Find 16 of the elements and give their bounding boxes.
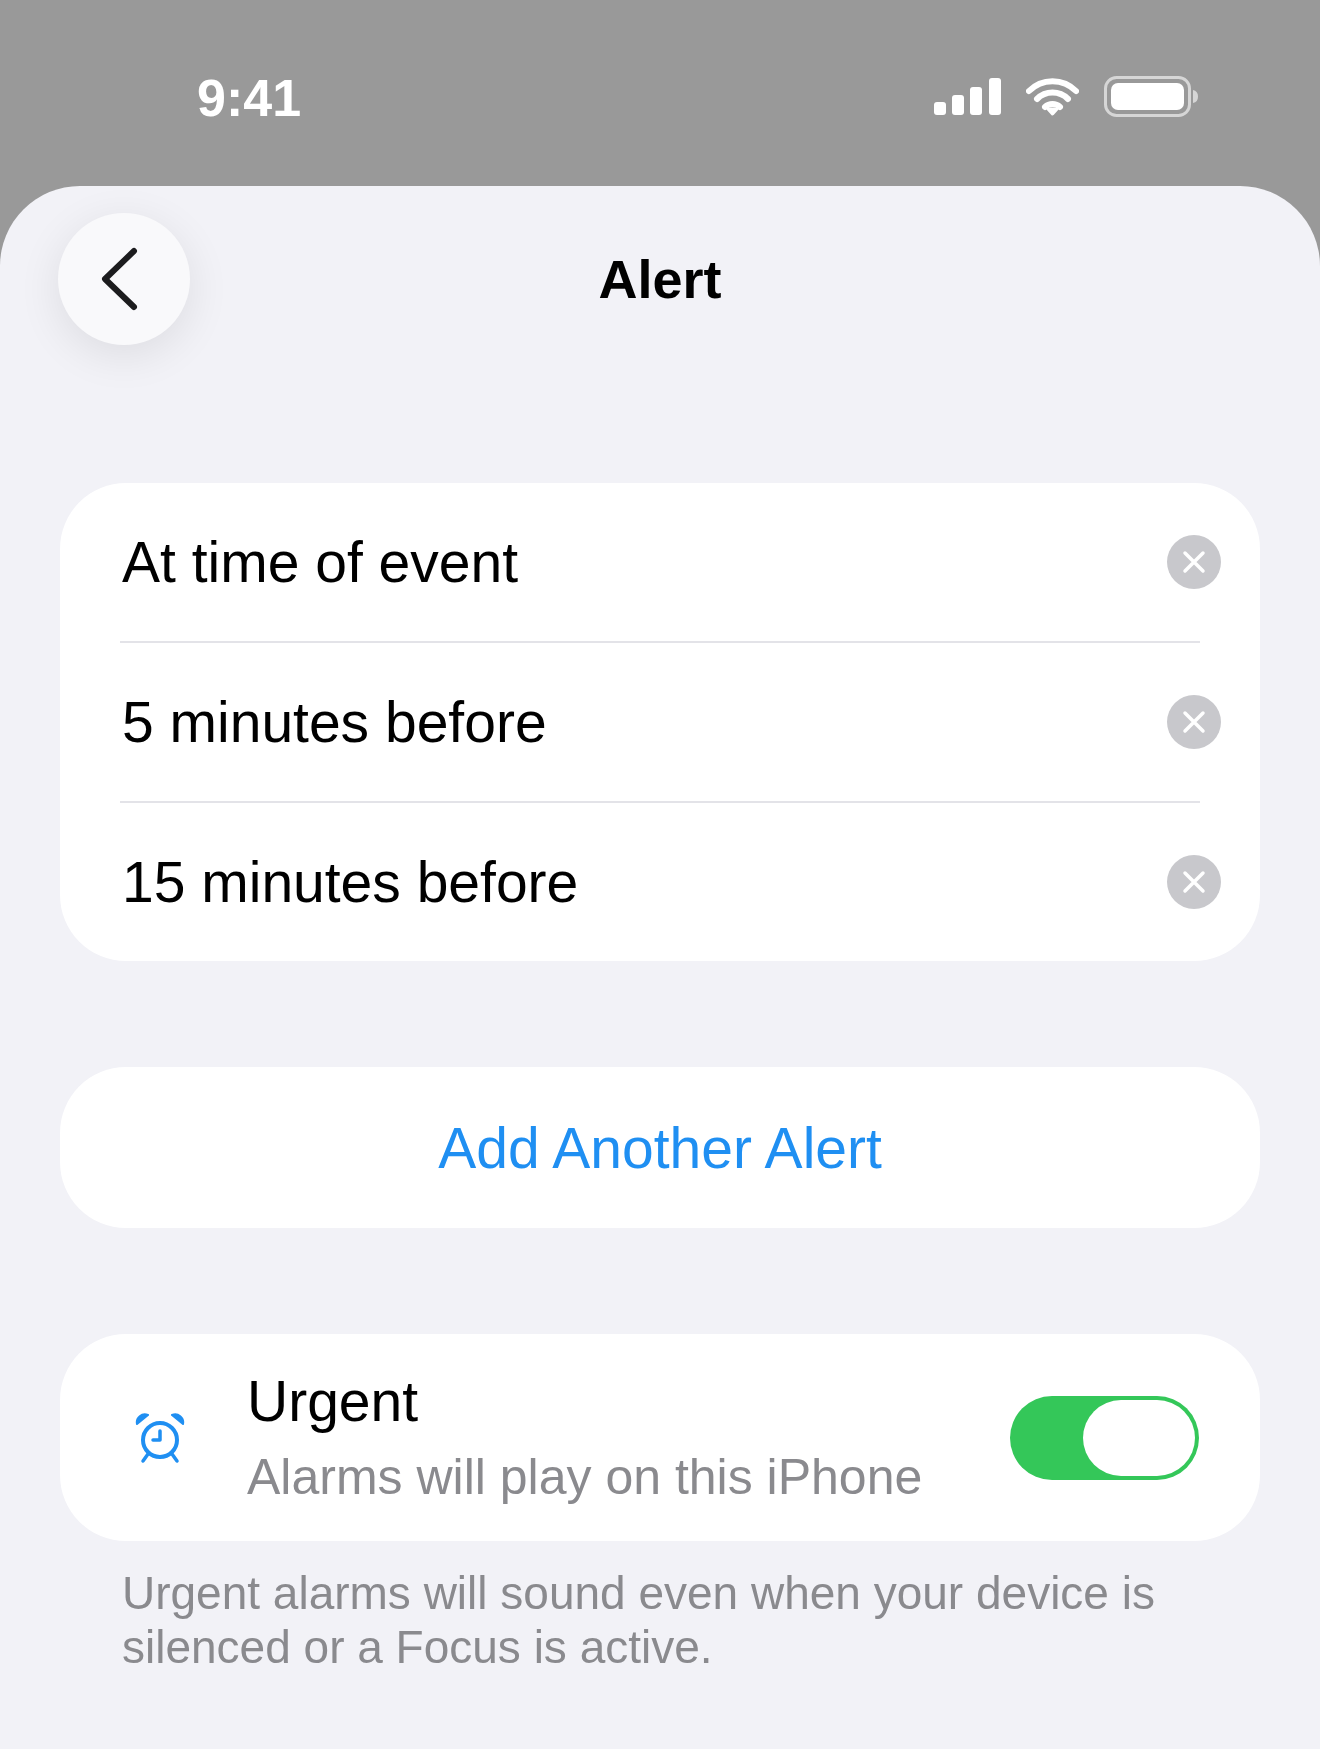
alert-label[interactable]: At time of event — [122, 528, 519, 596]
signal-icon — [934, 78, 1001, 115]
alert-label[interactable]: 5 minutes before — [122, 688, 547, 756]
urgent-title: Urgent — [247, 1367, 420, 1435]
alert-label[interactable]: 15 minutes before — [122, 848, 579, 916]
clear-icon[interactable] — [1167, 535, 1221, 589]
battery-icon — [1104, 76, 1199, 117]
page-title: Alert — [597, 248, 723, 311]
chevron-left-icon — [100, 247, 138, 311]
footer-note: Urgent alarms will sound even when your device is silenced or a Focus is active. — [122, 1566, 1156, 1674]
status-time: 9:41 — [197, 68, 302, 128]
clear-icon[interactable] — [1167, 855, 1221, 909]
urgent-subtitle: Alarms will play on this iPhone — [247, 1447, 924, 1507]
clear-icon[interactable] — [1167, 695, 1221, 749]
wifi-icon — [1026, 77, 1079, 116]
alarm-clock-icon — [134, 1411, 186, 1464]
